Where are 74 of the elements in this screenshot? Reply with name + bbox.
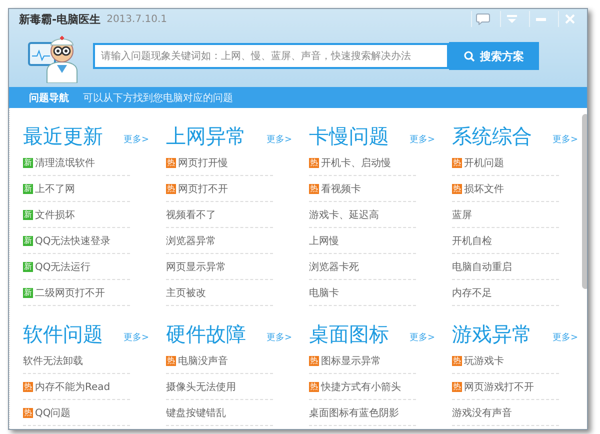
- new-badge: 新: [23, 158, 33, 168]
- problem-link[interactable]: 蓝屏: [452, 202, 559, 228]
- problem-link[interactable]: 热 网页游戏打不开: [452, 374, 559, 400]
- problem-link[interactable]: 新 二级网页打不开: [23, 280, 130, 306]
- problem-link[interactable]: 内存不足: [452, 280, 559, 306]
- problem-link[interactable]: 热 快捷方式有小箭头: [309, 374, 416, 400]
- chat-bubble-icon: [476, 13, 490, 25]
- problem-link[interactable]: 热 网页打开慢: [166, 150, 273, 176]
- problem-link[interactable]: 浏览器异常: [166, 228, 273, 254]
- section-title: 卡慢问题: [309, 123, 389, 150]
- problem-link[interactable]: 新 文件损坏: [23, 202, 130, 228]
- problem-link[interactable]: 上网慢: [309, 228, 416, 254]
- problem-link[interactable]: 新 清理流氓软件: [23, 150, 130, 176]
- hot-badge: 热: [452, 356, 462, 366]
- problem-link[interactable]: 热 玩游戏卡: [452, 348, 559, 374]
- hot-badge: 热: [23, 382, 33, 392]
- hot-badge: 热: [309, 158, 319, 168]
- window-title: 新毒霸-电脑医生: [19, 12, 101, 26]
- problem-link[interactable]: 电脑自动重启: [452, 254, 559, 280]
- hot-badge: 热: [166, 184, 176, 194]
- problem-link[interactable]: 新 上不了网: [23, 176, 130, 202]
- problem-link[interactable]: 网页显示异常: [166, 254, 273, 280]
- problem-link[interactable]: 主页被改: [166, 280, 273, 306]
- new-badge: 新: [23, 262, 33, 272]
- problem-link[interactable]: 电脑卡: [309, 280, 416, 306]
- problem-link[interactable]: 视频看不了: [166, 202, 273, 228]
- problem-link[interactable]: 热 QQ问题: [23, 400, 130, 426]
- problem-link[interactable]: 热 损坏文件: [452, 176, 559, 202]
- dropdown-icon: [507, 14, 517, 24]
- new-badge: 新: [23, 184, 33, 194]
- section-title: 硬件故障: [166, 321, 246, 348]
- new-badge: 新: [23, 288, 33, 298]
- hot-badge: 热: [166, 158, 176, 168]
- version-text: 2013.7.10.1: [106, 14, 168, 24]
- problem-link[interactable]: 桌面图标有蓝色阴影: [309, 400, 416, 426]
- problem-link[interactable]: 热 内存不能为Read: [23, 374, 130, 400]
- section-title: 上网异常: [166, 123, 246, 150]
- problem-link[interactable]: 热 电脑没声音: [166, 348, 273, 374]
- problem-link[interactable]: 热 网页打不开: [166, 176, 273, 202]
- problem-link[interactable]: 热 看视频卡: [309, 176, 416, 202]
- section-title: 软件问题: [23, 321, 103, 348]
- problem-link[interactable]: 热 图标显示异常: [309, 348, 416, 374]
- hot-badge: 热: [309, 382, 319, 392]
- nav-hint: 可以从下方找到您电脑对应的问题: [83, 92, 233, 104]
- new-badge: 新: [23, 236, 33, 246]
- new-badge: 新: [23, 210, 33, 220]
- problem-link[interactable]: 游戏没有声音: [452, 400, 559, 426]
- hot-badge: 热: [166, 356, 176, 366]
- close-icon: [565, 14, 575, 24]
- hot-badge: 热: [23, 408, 33, 418]
- hot-badge: 热: [452, 184, 462, 194]
- hot-badge: 热: [452, 382, 462, 392]
- section-title: 游戏异常: [452, 321, 532, 348]
- problem-link[interactable]: 键盘按键错乱: [166, 400, 273, 426]
- problem-link[interactable]: 新 QQ无法运行: [23, 254, 130, 280]
- problem-link[interactable]: 新 QQ无法快速登录: [23, 228, 130, 254]
- problem-link[interactable]: 摄像头无法使用: [166, 374, 273, 400]
- hot-badge: 热: [452, 158, 462, 168]
- problem-link[interactable]: 游戏卡、延迟高: [309, 202, 416, 228]
- search-icon: [464, 50, 475, 62]
- problem-link[interactable]: 热 开机问题: [452, 150, 559, 176]
- hot-badge: 热: [309, 184, 319, 194]
- minimize-icon: [536, 18, 546, 20]
- search-field[interactable]: 请输入问题现象关键词如：上网、慢、蓝屏、声音，快速搜索解决办法: [93, 43, 449, 69]
- problem-link[interactable]: 开机自检: [452, 228, 559, 254]
- section-title: 系统综合: [452, 123, 532, 150]
- section-title: 最近更新: [23, 123, 103, 150]
- hot-badge: 热: [309, 356, 319, 366]
- nav-label: 问题导航: [29, 91, 69, 104]
- problem-link[interactable]: 浏览器卡死: [309, 254, 416, 280]
- search-button[interactable]: 搜索方案: [449, 42, 539, 70]
- section-title: 桌面图标: [309, 321, 389, 348]
- problem-link[interactable]: 热 开机卡、启动慢: [309, 150, 416, 176]
- problem-link[interactable]: 软件无法卸载: [23, 348, 130, 374]
